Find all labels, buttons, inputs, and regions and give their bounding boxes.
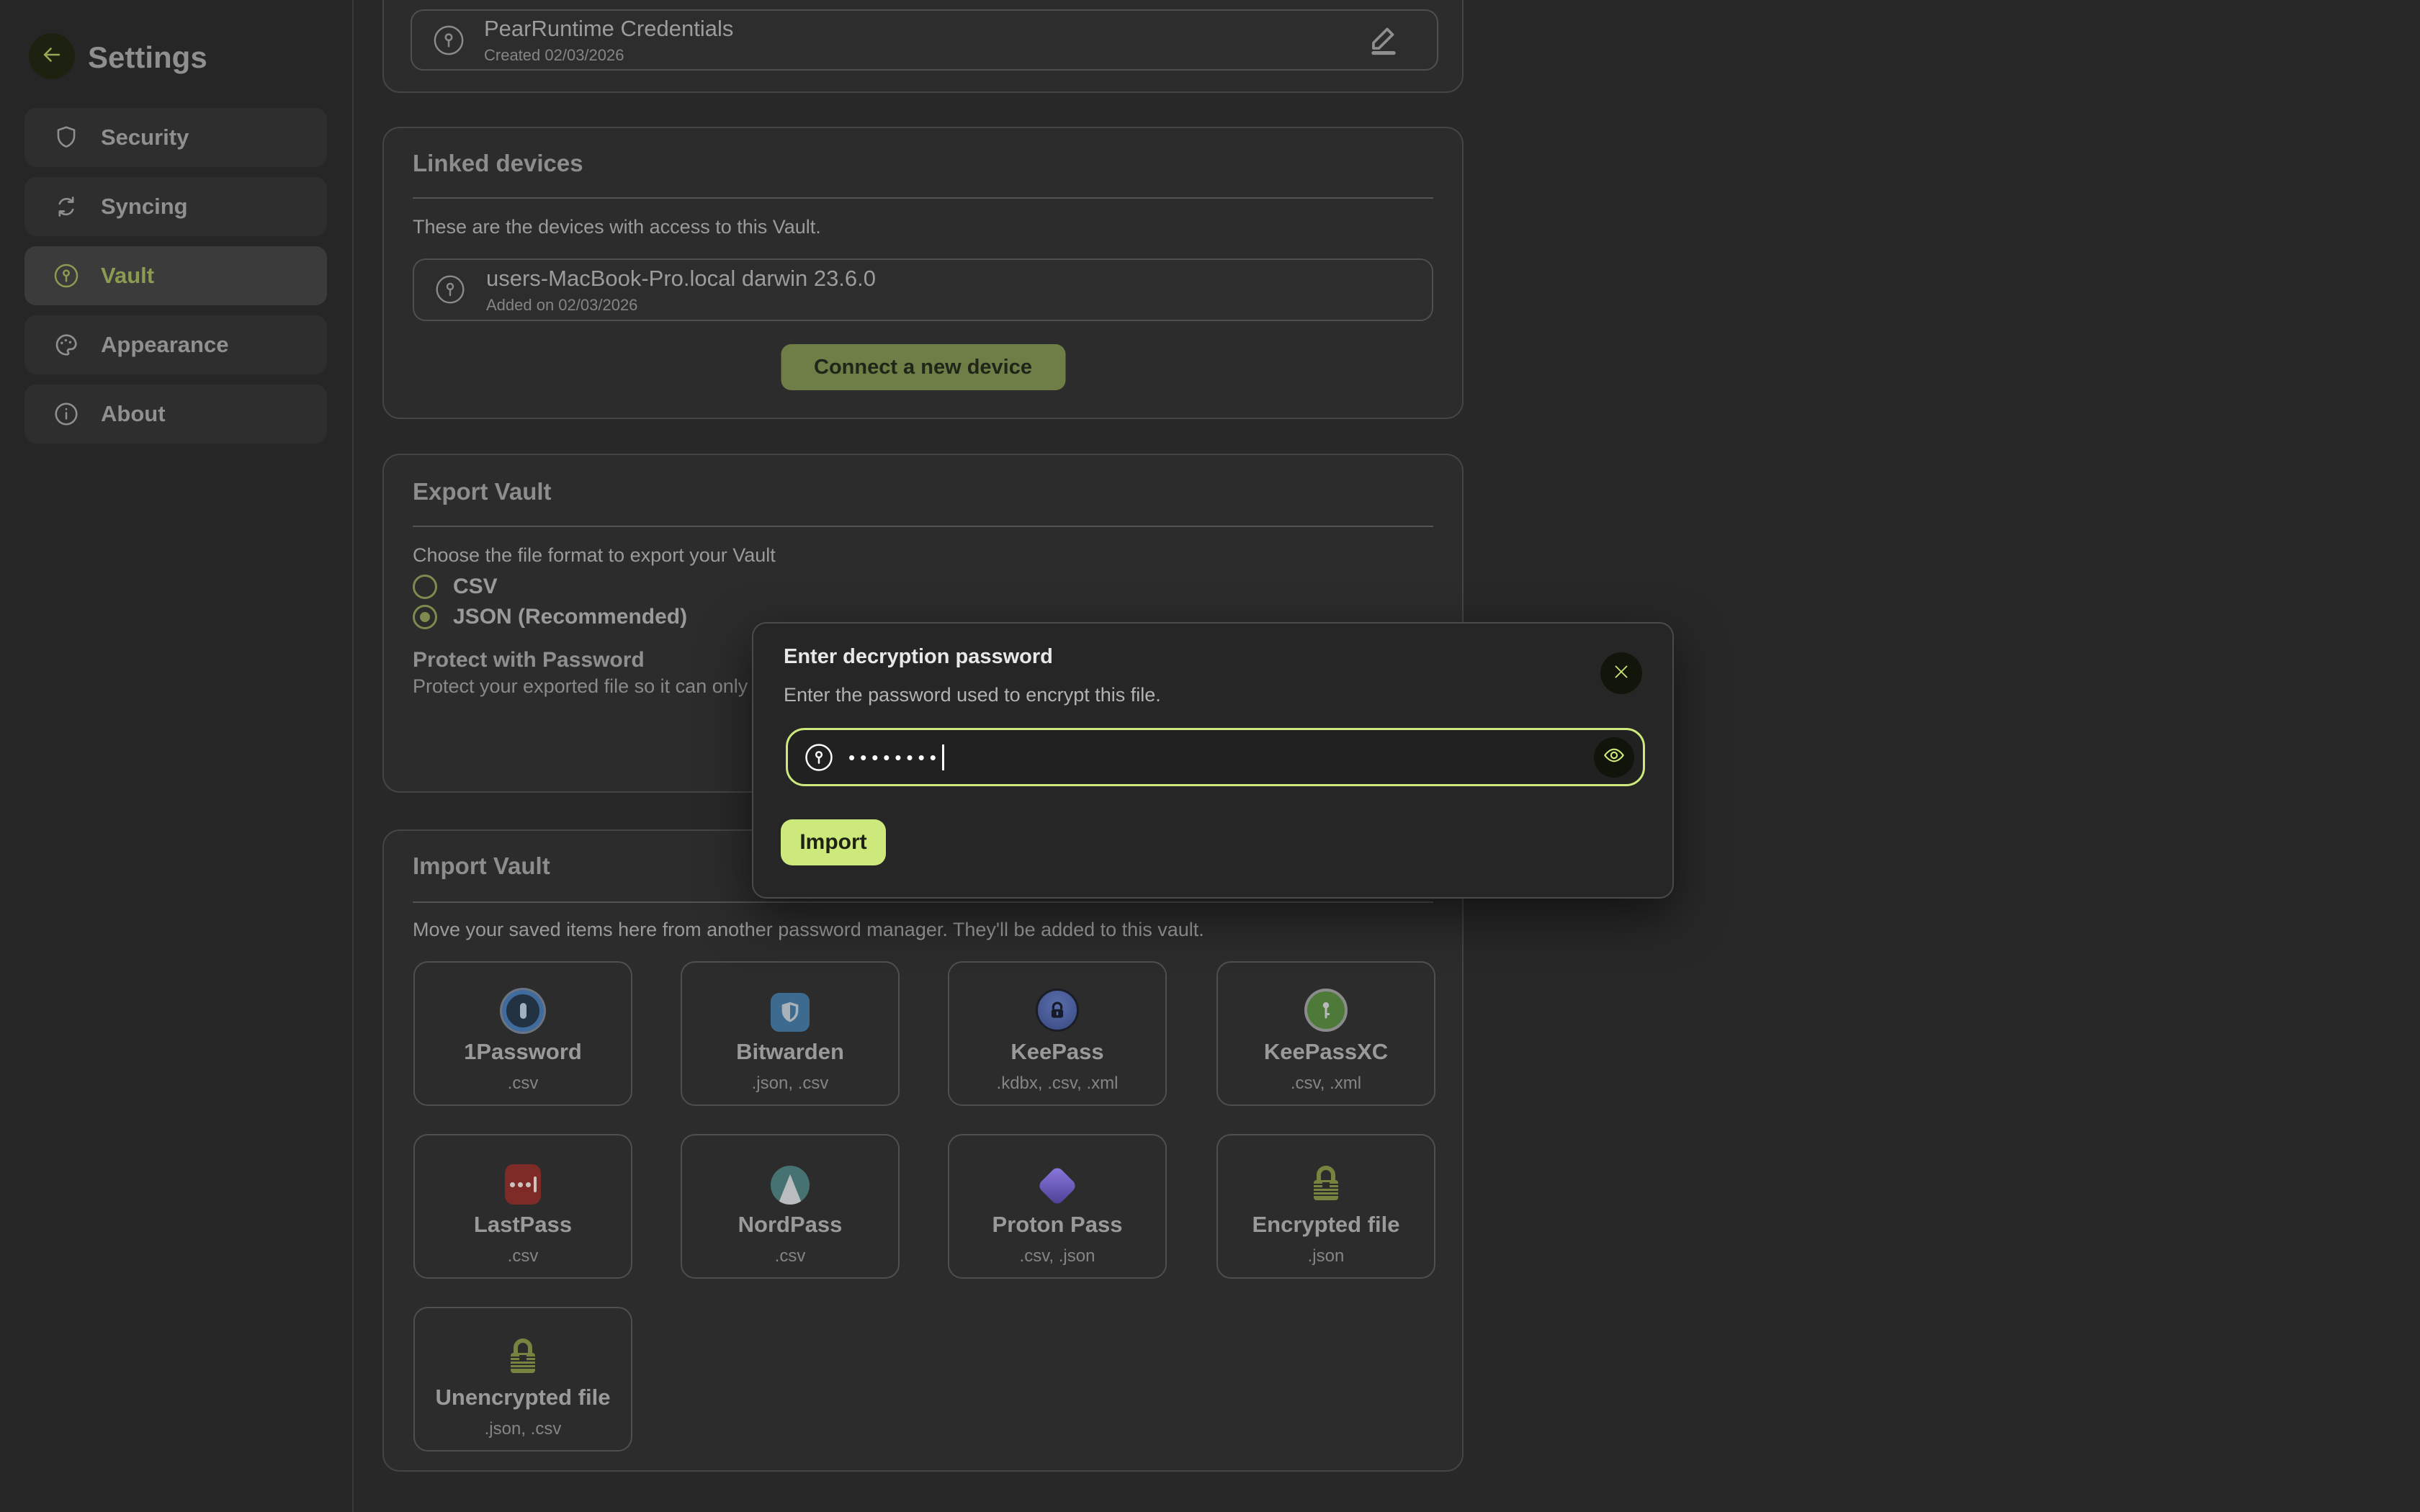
settings-page: Settings Security Syncing Vault — [0, 0, 2420, 1512]
edit-icon[interactable] — [1365, 19, 1402, 60]
close-icon — [1612, 662, 1631, 685]
section-description: These are the devices with access to thi… — [413, 216, 821, 238]
import-source-bitwarden[interactable]: Bitwarden .json, .csv — [681, 961, 900, 1106]
padlock-icon — [503, 1321, 543, 1377]
nordpass-icon — [771, 1148, 810, 1205]
source-formats: .csv — [508, 1246, 539, 1266]
key-icon — [804, 742, 834, 773]
dialog-description: Enter the password used to encrypt this … — [784, 684, 1161, 706]
import-source-unencrypted-file[interactable]: Unencrypted file .json, .csv — [413, 1307, 632, 1452]
credential-title: PearRuntime Credentials — [484, 16, 733, 42]
section-heading: Export Vault — [413, 478, 552, 505]
decryption-password-dialog: Enter decryption password Enter the pass… — [752, 622, 1674, 899]
key-icon — [52, 261, 81, 290]
source-name: LastPass — [474, 1212, 572, 1238]
toggle-password-visibility-button[interactable] — [1594, 737, 1634, 778]
source-name: Bitwarden — [736, 1039, 844, 1065]
radio-label: JSON (Recommended) — [453, 605, 687, 629]
bitwarden-icon — [771, 976, 810, 1032]
source-formats: .json — [1308, 1246, 1345, 1266]
source-name: Unencrypted file — [436, 1385, 611, 1410]
sidebar: Settings Security Syncing Vault — [0, 0, 354, 1512]
proton-pass-icon — [1043, 1148, 1072, 1205]
section-heading: Linked devices — [413, 150, 583, 177]
credentials-section: PearRuntime Credentials Created 02/03/20… — [382, 0, 1464, 93]
source-name: KeePass — [1010, 1039, 1103, 1065]
sync-icon — [52, 192, 81, 221]
device-added: Added on 02/03/2026 — [486, 296, 876, 315]
source-formats: .json, .csv — [752, 1074, 829, 1094]
source-name: KeePassXC — [1264, 1039, 1388, 1065]
divider — [413, 901, 1433, 903]
sidebar-item-about[interactable]: About — [24, 384, 327, 444]
lastpass-icon — [505, 1148, 541, 1205]
source-formats: .csv — [508, 1074, 539, 1094]
connect-new-device-button[interactable]: Connect a new device — [781, 344, 1065, 390]
source-formats: .csv — [775, 1246, 806, 1266]
source-name: Proton Pass — [992, 1212, 1123, 1238]
source-name: NordPass — [738, 1212, 843, 1238]
password-masked-value: •••••••• — [848, 748, 941, 767]
back-button[interactable] — [29, 33, 75, 79]
keepass-icon — [1036, 976, 1079, 1032]
key-icon — [432, 24, 465, 57]
import-source-lastpass[interactable]: LastPass .csv — [413, 1134, 632, 1279]
import-source-nordpass[interactable]: NordPass .csv — [681, 1134, 900, 1279]
section-description: Move your saved items here from another … — [413, 919, 1204, 941]
import-source-keepassxc[interactable]: KeePassXC .csv, .xml — [1216, 961, 1435, 1106]
key-icon — [434, 274, 467, 307]
credential-created: Created 02/03/2026 — [484, 46, 733, 65]
page-title: Settings — [88, 40, 207, 75]
sidebar-item-security[interactable]: Security — [24, 108, 327, 167]
sidebar-item-label: Syncing — [101, 194, 188, 220]
dialog-title: Enter decryption password — [784, 645, 1053, 669]
close-button[interactable] — [1600, 652, 1642, 694]
palette-icon — [52, 330, 81, 359]
device-name: users-MacBook-Pro.local darwin 23.6.0 — [486, 266, 876, 292]
source-formats: .csv, .xml — [1291, 1074, 1361, 1094]
source-name: 1Password — [464, 1039, 582, 1065]
info-icon — [52, 400, 81, 428]
linked-devices-section: Linked devices These are the devices wit… — [382, 127, 1464, 419]
sidebar-nav: Security Syncing Vault Appearance — [24, 108, 327, 444]
radio-label: CSV — [453, 575, 498, 599]
import-source-1password[interactable]: 1Password .csv — [413, 961, 632, 1106]
sidebar-item-appearance[interactable]: Appearance — [24, 315, 327, 374]
credential-card[interactable]: PearRuntime Credentials Created 02/03/20… — [411, 9, 1438, 71]
sidebar-item-label: Vault — [101, 263, 154, 289]
sidebar-item-vault[interactable]: Vault — [24, 246, 327, 305]
keepassxc-icon — [1304, 976, 1348, 1032]
import-vault-section: Import Vault Move your saved items here … — [382, 829, 1464, 1472]
section-description: Choose the file format to export your Va… — [413, 544, 776, 567]
device-card[interactable]: users-MacBook-Pro.local darwin 23.6.0 Ad… — [413, 258, 1433, 321]
arrow-left-icon — [40, 42, 64, 71]
eye-icon — [1603, 744, 1626, 770]
import-source-encrypted-file[interactable]: Encrypted file .json — [1216, 1134, 1435, 1279]
text-caret — [942, 744, 944, 770]
divider — [413, 526, 1433, 527]
source-formats: .csv, .json — [1020, 1246, 1095, 1266]
radio-icon[interactable] — [413, 575, 437, 599]
import-source-keepass[interactable]: KeePass .kdbx, .csv, .xml — [948, 961, 1167, 1106]
radio-checked-icon[interactable] — [413, 605, 437, 629]
shield-icon — [52, 123, 81, 152]
import-button[interactable]: Import — [781, 819, 886, 865]
sidebar-item-label: About — [101, 401, 166, 427]
sidebar-item-syncing[interactable]: Syncing — [24, 177, 327, 236]
radio-option-json[interactable]: JSON (Recommended) — [413, 605, 687, 629]
import-source-protonpass[interactable]: Proton Pass .csv, .json — [948, 1134, 1167, 1279]
divider — [413, 197, 1433, 199]
sidebar-item-label: Security — [101, 125, 189, 150]
sidebar-item-label: Appearance — [101, 332, 228, 358]
source-name: Encrypted file — [1252, 1212, 1400, 1238]
section-heading: Import Vault — [413, 852, 550, 880]
1password-icon — [502, 976, 544, 1032]
padlock-icon — [1306, 1148, 1346, 1205]
radio-option-csv[interactable]: CSV — [413, 575, 498, 599]
source-formats: .json, .csv — [485, 1419, 562, 1439]
source-formats: .kdbx, .csv, .xml — [997, 1074, 1119, 1094]
protect-heading: Protect with Password — [413, 648, 645, 672]
password-input[interactable]: •••••••• — [786, 728, 1645, 786]
protect-description: Protect your exported file so it can onl… — [413, 675, 775, 698]
